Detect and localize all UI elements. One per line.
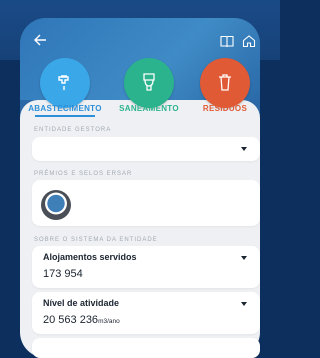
atividade-value: 20 563 236m3/ano	[43, 314, 120, 326]
back-arrow-icon[interactable]	[32, 32, 48, 48]
tab-abastecimento-circle[interactable]	[40, 58, 90, 108]
atividade-unit: m3/ano	[98, 318, 120, 325]
tab-saneamento-circle[interactable]	[124, 58, 174, 108]
atividade-title: Nível de atividade	[43, 298, 120, 308]
atividade-card[interactable]: Nível de atividade 20 563 236m3/ano	[32, 292, 260, 334]
book-icon[interactable]	[220, 35, 234, 48]
entidade-gestora-select[interactable]	[32, 137, 260, 161]
faucet-icon	[58, 75, 69, 91]
chevron-down-icon	[241, 147, 247, 151]
alojamentos-value: 173 954	[43, 268, 83, 280]
chevron-down-icon	[241, 302, 247, 306]
section-sobre-sistema: SOBRE O SISTEMA DA ENTIDADE	[34, 237, 158, 243]
section-premios: PRÉMIOS E SELOS ERSAR	[34, 171, 133, 177]
active-tab-indicator	[35, 115, 95, 117]
alojamentos-title: Alojamentos servidos	[43, 252, 137, 262]
trash-icon	[219, 74, 231, 91]
alojamentos-card[interactable]: Alojamentos servidos 173 954	[32, 246, 260, 288]
chevron-down-icon	[241, 256, 247, 260]
home-icon[interactable]	[242, 34, 256, 48]
tab-residuos-circle[interactable]	[200, 58, 250, 108]
ersar-seal-icon[interactable]	[41, 190, 71, 220]
next-card[interactable]	[32, 338, 260, 358]
toilet-icon	[143, 73, 155, 91]
tab-residuos[interactable]: RESÍDUOS	[180, 104, 270, 113]
atividade-number: 20 563 236	[43, 314, 99, 326]
tab-abastecimento[interactable]: ABASTECIMENTO	[20, 104, 110, 113]
section-entidade-gestora: ENTIDADE GESTORA	[34, 127, 112, 133]
